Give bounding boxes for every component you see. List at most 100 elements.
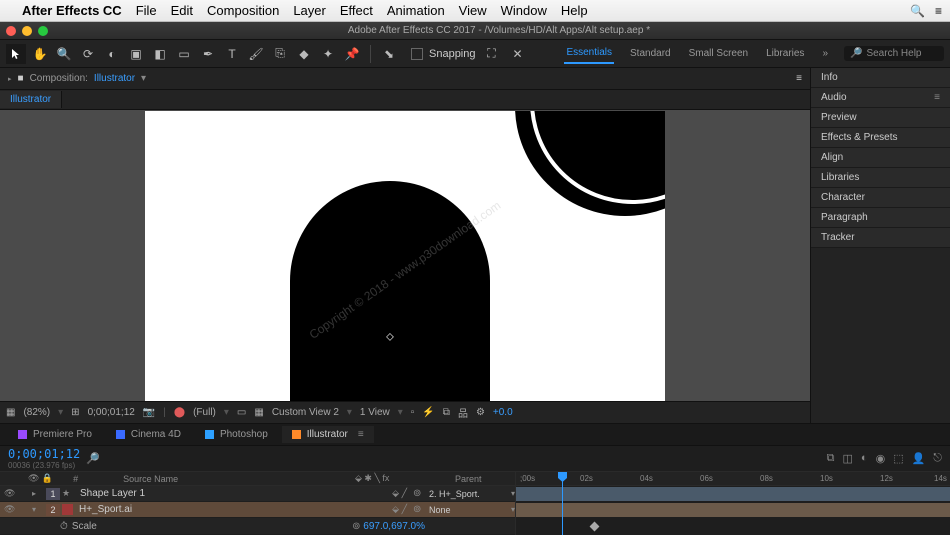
switches-cell[interactable]: ⬙ ╱: [361, 504, 411, 515]
source-name-col[interactable]: Source Name: [123, 474, 335, 484]
timeline-tracks[interactable]: ;00s 02s 04s 06s 08s 10s 12s 14s: [515, 472, 950, 535]
panel-menu-icon[interactable]: ≡: [796, 73, 802, 84]
panel-preview[interactable]: Preview: [811, 108, 950, 128]
panel-menu-icon[interactable]: ≡: [358, 429, 364, 440]
workspace-essentials[interactable]: Essentials: [564, 43, 614, 64]
tab-illustrator[interactable]: Illustrator≡: [282, 426, 374, 443]
workspace-overflow-icon[interactable]: »: [820, 44, 830, 63]
comp-dropdown-icon[interactable]: ▾: [141, 73, 146, 84]
menu-help[interactable]: Help: [561, 3, 588, 18]
menu-composition[interactable]: Composition: [207, 3, 279, 18]
zoom-level[interactable]: (82%): [23, 407, 50, 418]
clone-tool[interactable]: ⎘: [270, 44, 290, 64]
menu-extras-icon[interactable]: ≡: [935, 4, 942, 18]
fullscreen-window-button[interactable]: [38, 26, 48, 36]
transparency-grid-icon[interactable]: ▦: [254, 407, 263, 418]
shy-icon[interactable]: 👤: [912, 452, 926, 465]
panel-libraries[interactable]: Libraries: [811, 168, 950, 188]
roto-tool[interactable]: ✦: [318, 44, 338, 64]
visibility-icon[interactable]: 👁: [4, 488, 16, 499]
panel-paragraph[interactable]: Paragraph: [811, 208, 950, 228]
tab-photoshop[interactable]: Photoshop: [195, 426, 278, 443]
menu-view[interactable]: View: [459, 3, 487, 18]
comp-name[interactable]: Illustrator: [94, 73, 135, 84]
pan-behind-tool[interactable]: ◧: [150, 44, 170, 64]
snapshot-icon[interactable]: 📷: [143, 407, 155, 418]
roi-icon[interactable]: ▭: [237, 407, 246, 418]
switches-icon[interactable]: ⎋: [933, 452, 942, 465]
puppet-tool[interactable]: 📌: [342, 44, 362, 64]
snap-options-icon[interactable]: ⛶: [482, 44, 502, 64]
zoom-tool[interactable]: 🔍: [54, 44, 74, 64]
panel-align[interactable]: Align: [811, 148, 950, 168]
comp-flowchart-icon[interactable]: 品: [458, 405, 468, 420]
layer-row-1[interactable]: 👁 ▸ 1 ★ Shape Layer 1 ⬙ ╱ ⊚ 2. H+_Sport.…: [0, 486, 515, 502]
resolution-dropdown[interactable]: (Full): [193, 407, 216, 418]
menu-effect[interactable]: Effect: [340, 3, 373, 18]
track-keyframes[interactable]: [516, 518, 950, 534]
visibility-icon[interactable]: 👁: [4, 504, 16, 515]
menu-window[interactable]: Window: [501, 3, 547, 18]
fast-previews-icon[interactable]: ⚡: [422, 407, 434, 418]
parent-pickwhip-icon[interactable]: ⊚: [413, 504, 427, 515]
workspace-standard[interactable]: Standard: [628, 44, 673, 63]
workspace-libraries[interactable]: Libraries: [764, 44, 806, 63]
hand-tool[interactable]: ✋: [30, 44, 50, 64]
track-2[interactable]: [516, 502, 950, 518]
parent-pickwhip-icon[interactable]: ⊚: [413, 488, 427, 499]
comp-tab-illustrator[interactable]: Illustrator: [0, 91, 62, 108]
timeline-search-icon[interactable]: 🔎: [86, 452, 100, 465]
workspace-small-screen[interactable]: Small Screen: [687, 44, 750, 63]
graph-editor-icon[interactable]: ⬚: [893, 452, 903, 465]
track-1[interactable]: [516, 486, 950, 502]
selection-tool[interactable]: [6, 44, 26, 64]
menu-layer[interactable]: Layer: [293, 3, 326, 18]
views-count-dropdown[interactable]: 1 View: [360, 407, 390, 418]
eraser-tool[interactable]: ◆: [294, 44, 314, 64]
layer-bar[interactable]: [516, 503, 950, 517]
scale-property-row[interactable]: ⏱ Scale ⊚ 697.0,697.0%: [0, 518, 515, 534]
flowchart-icon[interactable]: ▸: [8, 75, 12, 83]
shape-tool[interactable]: ▭: [174, 44, 194, 64]
layer-bar[interactable]: [516, 487, 950, 501]
menu-file[interactable]: File: [136, 3, 157, 18]
tab-cinema-4d[interactable]: Cinema 4D: [106, 426, 191, 443]
brush-tool[interactable]: 🖌: [246, 44, 266, 64]
current-time[interactable]: 0;00;01;12: [8, 447, 80, 461]
timeline-icon[interactable]: ⧉: [443, 407, 450, 418]
layer-row-2[interactable]: 👁 ▾ 2 H+_Sport.ai ⬙ ╱ ⊚ None ▾: [0, 502, 515, 518]
panel-audio[interactable]: Audio≡: [811, 88, 950, 108]
channel-icon[interactable]: ⬤: [174, 407, 185, 418]
layer-name[interactable]: Shape Layer 1: [76, 488, 359, 499]
minimize-window-button[interactable]: [22, 26, 32, 36]
reset-exposure-icon[interactable]: ⚙: [476, 407, 485, 418]
parent-dropdown[interactable]: 2. H+_Sport.: [429, 489, 509, 499]
stopwatch-icon[interactable]: ⏱: [60, 521, 68, 532]
search-menu-icon[interactable]: 🔍: [910, 4, 925, 18]
app-name[interactable]: After Effects CC: [22, 3, 122, 18]
snap-align-icon[interactable]: ✕: [508, 44, 528, 64]
time-ruler[interactable]: ;00s 02s 04s 06s 08s 10s 12s 14s: [516, 472, 950, 486]
pen-tool[interactable]: ✒: [198, 44, 218, 64]
playhead[interactable]: [562, 472, 563, 535]
menu-animation[interactable]: Animation: [387, 3, 445, 18]
panel-character[interactable]: Character: [811, 188, 950, 208]
close-window-button[interactable]: [6, 26, 16, 36]
comp-mini-button[interactable]: ⧉: [827, 452, 835, 465]
draft-3d-icon[interactable]: ◫: [843, 452, 853, 465]
magnification-icon[interactable]: ▦: [6, 407, 15, 418]
exposure-value[interactable]: +0.0: [493, 407, 513, 418]
local-axis-icon[interactable]: ⬊: [379, 44, 399, 64]
tab-premiere-pro[interactable]: Premiere Pro: [8, 426, 102, 443]
resolution-icon[interactable]: ⊞: [71, 407, 79, 418]
search-help-box[interactable]: 🔎 Search Help: [844, 46, 944, 61]
panel-effects-presets[interactable]: Effects & Presets: [811, 128, 950, 148]
comp-mini-flowchart-icon[interactable]: ■: [18, 73, 24, 84]
menu-edit[interactable]: Edit: [171, 3, 193, 18]
snapping-checkbox[interactable]: [411, 48, 423, 60]
layer-name[interactable]: H+_Sport.ai: [75, 504, 359, 515]
rotation-tool[interactable]: ◐: [102, 44, 122, 64]
panel-menu-icon[interactable]: ≡: [934, 92, 940, 103]
panel-info[interactable]: Info: [811, 68, 950, 88]
camera-tool[interactable]: ▣: [126, 44, 146, 64]
